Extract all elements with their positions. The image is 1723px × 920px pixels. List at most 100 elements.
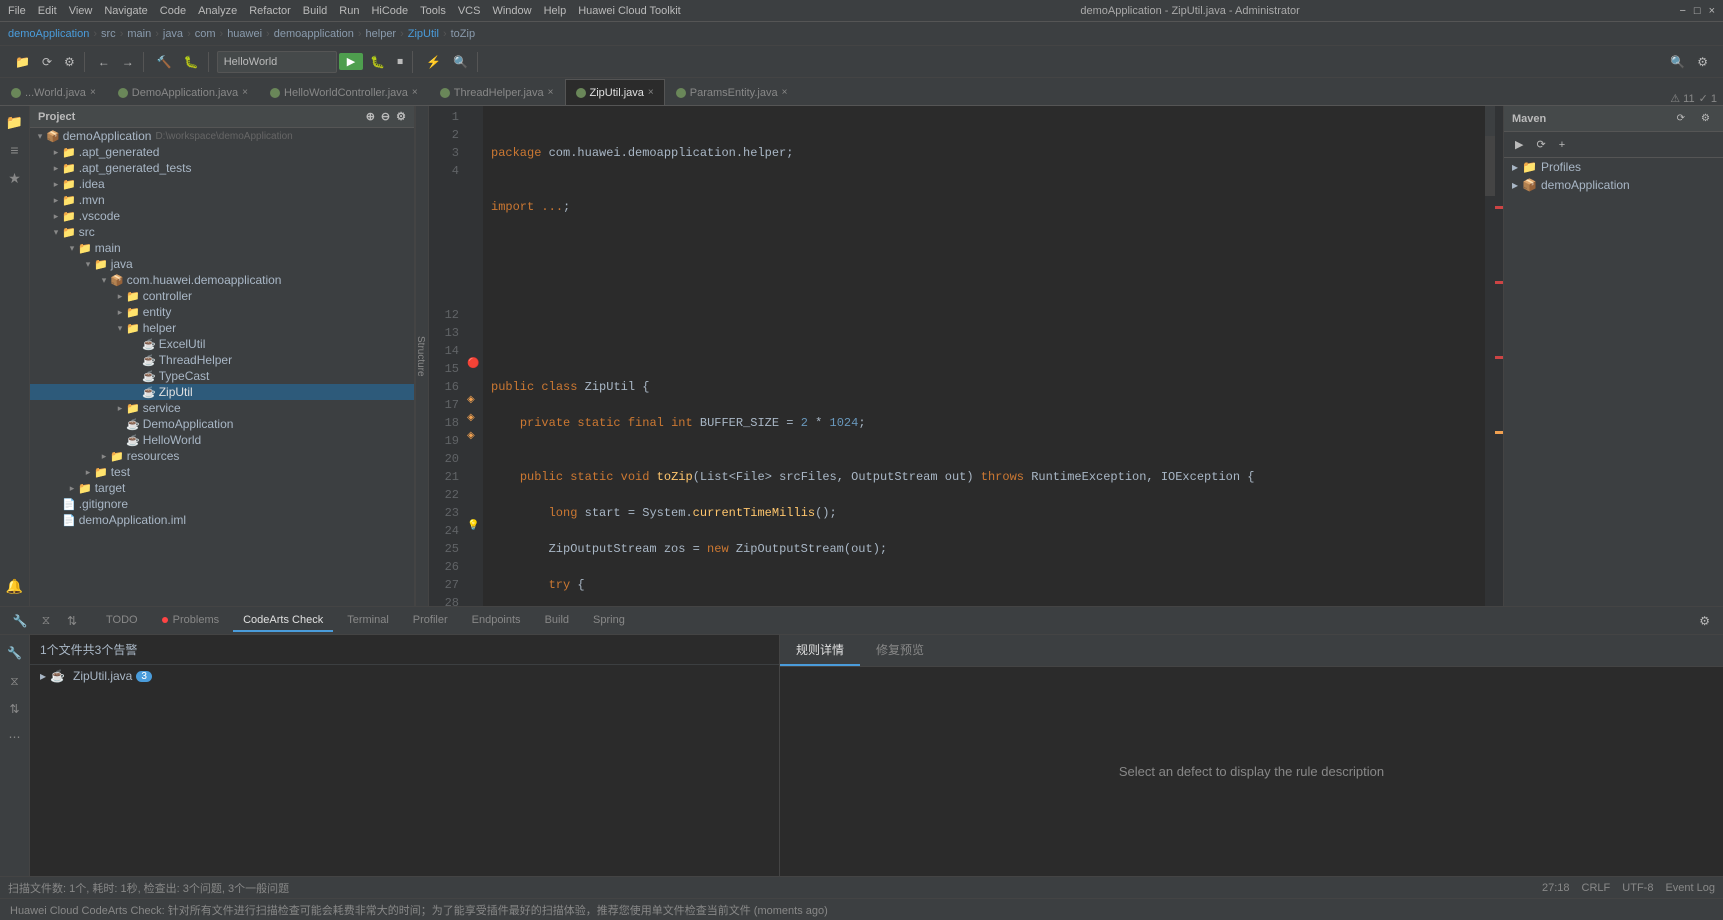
bottom-tab-codearts[interactable]: CodeArts Check bbox=[233, 610, 333, 632]
menu-huawei-cloud[interactable]: Huawei Cloud Toolkit bbox=[578, 5, 681, 17]
menu-edit[interactable]: Edit bbox=[38, 5, 57, 17]
maven-refresh-btn[interactable]: ⟳ bbox=[1672, 110, 1690, 127]
menu-window[interactable]: Window bbox=[492, 5, 531, 17]
sidebar-structure-icon[interactable]: ≡ bbox=[3, 138, 27, 162]
bottom-tab-spring[interactable]: Spring bbox=[583, 610, 635, 632]
toolbar-project-btn[interactable]: 📁 bbox=[10, 52, 35, 72]
minimize-button[interactable]: − bbox=[1679, 5, 1685, 17]
tree-item-mvn[interactable]: ▸ 📁 .mvn bbox=[30, 192, 414, 208]
tab-close-world[interactable]: × bbox=[90, 87, 96, 98]
tree-toolbar-btn2[interactable]: ⊖ bbox=[381, 110, 390, 123]
run-button[interactable]: ▶ bbox=[339, 53, 363, 70]
stop-btn[interactable]: ⏹ bbox=[392, 51, 408, 72]
tree-item-apt-generated[interactable]: ▸ 📁 .apt_generated bbox=[30, 144, 414, 160]
tree-item-main[interactable]: ▾ 📁 main bbox=[30, 240, 414, 256]
bottom-icon-sort[interactable]: ⇅ bbox=[60, 609, 84, 633]
toolbar-settings-btn[interactable]: ⚙ bbox=[59, 52, 80, 72]
tab-world[interactable]: ...World.java × bbox=[0, 79, 107, 105]
breadcrumb-java[interactable]: java bbox=[163, 28, 183, 40]
tree-item-java[interactable]: ▾ 📁 java bbox=[30, 256, 414, 272]
menu-bar[interactable]: File Edit View Navigate Code Analyze Ref… bbox=[8, 5, 681, 17]
toolbar-build-btn[interactable]: 🔨 bbox=[152, 52, 177, 72]
close-button[interactable]: × bbox=[1709, 5, 1715, 17]
toolbar-debug-btn[interactable]: 🐛 bbox=[179, 52, 204, 72]
menu-build[interactable]: Build bbox=[303, 5, 327, 17]
maven-settings-btn[interactable]: ⚙ bbox=[1696, 110, 1715, 127]
menu-vcs[interactable]: VCS bbox=[458, 5, 481, 17]
toolbar-extra-btn1[interactable]: ⚡ bbox=[421, 52, 446, 72]
bottom-tab-endpoints[interactable]: Endpoints bbox=[462, 610, 531, 632]
window-controls[interactable]: − □ × bbox=[1679, 5, 1715, 17]
bottom-icon-run[interactable]: 🔧 bbox=[3, 641, 27, 665]
maven-toolbar-btn1[interactable]: ▶ bbox=[1510, 135, 1528, 154]
tab-close-ziputil[interactable]: × bbox=[648, 87, 654, 98]
tree-item-iml[interactable]: 📄 demoApplication.iml bbox=[30, 512, 414, 528]
tree-item-entity[interactable]: ▸ 📁 entity bbox=[30, 304, 414, 320]
defects-tab-rule[interactable]: 规则详情 bbox=[780, 635, 860, 666]
tree-item-resources[interactable]: ▸ 📁 resources bbox=[30, 448, 414, 464]
sidebar-project-icon[interactable]: 📁 bbox=[3, 110, 27, 134]
tree-item-demoapplication-class[interactable]: ☕ DemoApplication bbox=[30, 416, 414, 432]
breadcrumb-huawei[interactable]: huawei bbox=[227, 28, 262, 40]
tree-item-target[interactable]: ▸ 📁 target bbox=[30, 480, 414, 496]
tree-item-service[interactable]: ▸ 📁 service bbox=[30, 400, 414, 416]
maven-item-demoapplication[interactable]: ▸ 📦 demoApplication bbox=[1504, 176, 1723, 194]
breadcrumb-demoapplication[interactable]: demoapplication bbox=[274, 28, 354, 40]
maven-toolbar-btn3[interactable]: + bbox=[1554, 135, 1570, 154]
tree-item-controller[interactable]: ▸ 📁 controller bbox=[30, 288, 414, 304]
bottom-icon-more[interactable]: ⋯ bbox=[3, 725, 27, 749]
tree-item-demoapplication[interactable]: ▾ 📦 demoApplication D:\workspace\demoApp… bbox=[30, 128, 414, 144]
menu-file[interactable]: File bbox=[8, 5, 26, 17]
toolbar-gear-btn[interactable]: ⚙ bbox=[1692, 52, 1713, 72]
tree-item-ziputil[interactable]: ☕ ZipUtil bbox=[30, 384, 414, 400]
tab-paramsentity[interactable]: ParamsEntity.java × bbox=[665, 79, 799, 105]
breadcrumb-project[interactable]: demoApplication bbox=[8, 28, 89, 40]
status-crlf[interactable]: CRLF bbox=[1582, 882, 1611, 894]
tab-threadhelper[interactable]: ThreadHelper.java × bbox=[429, 79, 565, 105]
menu-run[interactable]: Run bbox=[339, 5, 359, 17]
tree-item-helloworld[interactable]: ☕ HelloWorld bbox=[30, 432, 414, 448]
bottom-panel-settings-btn[interactable]: ⚙ bbox=[1694, 611, 1715, 631]
tab-close-threadhelper[interactable]: × bbox=[548, 87, 554, 98]
menu-tools[interactable]: Tools bbox=[420, 5, 446, 17]
toolbar-back-btn[interactable]: ← bbox=[93, 52, 115, 72]
breadcrumb-src[interactable]: src bbox=[101, 28, 116, 40]
maven-item-profiles[interactable]: ▸ 📁 Profiles bbox=[1504, 158, 1723, 176]
tree-item-package[interactable]: ▾ 📦 com.huawei.demoapplication bbox=[30, 272, 414, 288]
structure-sidebar[interactable]: Structure bbox=[415, 106, 429, 606]
menu-view[interactable]: View bbox=[69, 5, 93, 17]
bottom-tab-terminal[interactable]: Terminal bbox=[337, 610, 399, 632]
tree-item-excelutil[interactable]: ☕ ExcelUtil bbox=[30, 336, 414, 352]
tree-item-src[interactable]: ▾ 📁 src bbox=[30, 224, 414, 240]
editor-scrollbar[interactable] bbox=[1495, 106, 1503, 606]
tree-toolbar-btn1[interactable]: ⊕ bbox=[366, 110, 375, 123]
tree-item-test[interactable]: ▸ 📁 test bbox=[30, 464, 414, 480]
menu-help[interactable]: Help bbox=[544, 5, 567, 17]
tab-close-demoapplication[interactable]: × bbox=[242, 87, 248, 98]
defects-tree-header[interactable]: ▸ ☕ ZipUtil.java 3 bbox=[30, 665, 779, 687]
bottom-icon-group[interactable]: ⇅ bbox=[3, 697, 27, 721]
tree-item-typecast[interactable]: ☕ TypeCast bbox=[30, 368, 414, 384]
bottom-tab-todo[interactable]: TODO bbox=[96, 610, 148, 632]
bottom-tab-build[interactable]: Build bbox=[535, 610, 579, 632]
tab-helloworldcontroller[interactable]: HelloWorldController.java × bbox=[259, 79, 429, 105]
menu-navigate[interactable]: Navigate bbox=[104, 5, 147, 17]
tab-close-helloworldcontroller[interactable]: × bbox=[412, 87, 418, 98]
maximize-button[interactable]: □ bbox=[1694, 5, 1701, 17]
bottom-tab-profiler[interactable]: Profiler bbox=[403, 610, 458, 632]
tab-ziputil[interactable]: ZipUtil.java × bbox=[565, 79, 665, 105]
toolbar-forward-btn[interactable]: → bbox=[117, 52, 139, 72]
code-area[interactable]: package com.huawei.demoapplication.helpe… bbox=[483, 106, 1485, 606]
tree-item-apt-tests[interactable]: ▸ 📁 .apt_generated_tests bbox=[30, 160, 414, 176]
bottom-icon-filter2[interactable]: ⧖ bbox=[3, 669, 27, 693]
breadcrumb-tozip[interactable]: toZip bbox=[451, 28, 475, 40]
bottom-tab-problems[interactable]: Problems bbox=[152, 610, 230, 632]
defects-tab-fix[interactable]: 修复预览 bbox=[860, 635, 940, 666]
tree-item-gitignore[interactable]: 📄 .gitignore bbox=[30, 496, 414, 512]
toolbar-sync-btn[interactable]: ⟳ bbox=[37, 52, 57, 72]
breadcrumb-com[interactable]: com bbox=[195, 28, 216, 40]
bottom-icon-filter[interactable]: ⧖ bbox=[34, 609, 58, 633]
bottom-icon-wrench[interactable]: 🔧 bbox=[8, 609, 32, 633]
run-config-input[interactable] bbox=[217, 51, 337, 73]
menu-code[interactable]: Code bbox=[160, 5, 186, 17]
